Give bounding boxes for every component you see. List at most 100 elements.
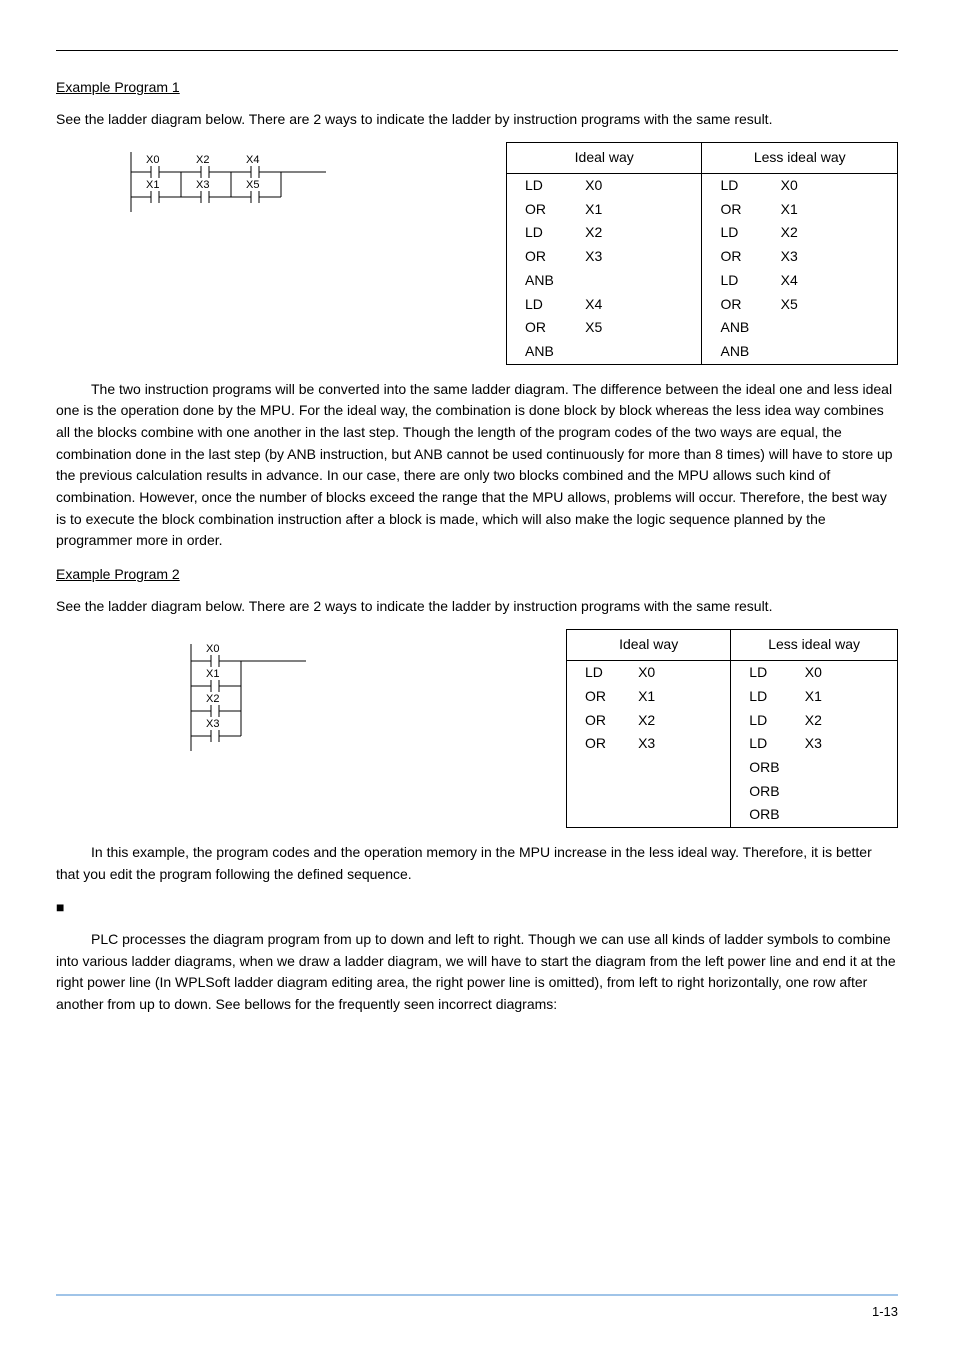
ladder1-x4: X4 [246, 154, 259, 166]
cell-operand: X5 [579, 316, 702, 340]
table2-header-less: Less ideal way [731, 630, 898, 661]
ladder1-x1: X1 [146, 179, 159, 191]
cell-operand: X2 [775, 221, 898, 245]
table-row: ORX3ORX3 [507, 245, 898, 269]
ladder2-x0: X0 [206, 643, 219, 655]
cell-operand [799, 756, 898, 780]
cell-operand: X3 [632, 732, 731, 756]
cell-opcode: OR [702, 198, 775, 222]
cell-opcode: LD [507, 221, 580, 245]
cell-operand: X2 [799, 709, 898, 733]
cell-opcode: LD [702, 269, 775, 293]
ladder2-x2: X2 [206, 693, 219, 705]
cell-operand [632, 756, 731, 780]
table-row: ORB [567, 780, 898, 804]
cell-operand: X1 [632, 685, 731, 709]
cell-opcode: LD [731, 732, 799, 756]
cell-opcode: ORB [731, 756, 799, 780]
table-row: ORB [567, 803, 898, 827]
table-row: LDX0LDX0 [567, 661, 898, 685]
table1-header-less: Less ideal way [702, 143, 898, 174]
footer: 1-13 [56, 1294, 898, 1322]
cell-operand: X2 [632, 709, 731, 733]
table1: Ideal way Less ideal way LDX0LDX0ORX1ORX… [506, 142, 898, 364]
table-row: LDX4ORX5 [507, 293, 898, 317]
cell-opcode: OR [507, 198, 580, 222]
ladder1-x2: X2 [196, 154, 209, 166]
section2-intro: See the ladder diagram below. There are … [56, 596, 898, 618]
example1-row: X0 X2 X4 X1 X3 X5 Ideal way Less ideal w… [56, 142, 898, 364]
cell-operand [775, 316, 898, 340]
cell-opcode: ORB [731, 803, 799, 827]
cell-opcode: LD [702, 174, 775, 198]
cell-opcode: ANB [507, 340, 580, 364]
ladder1-x0: X0 [146, 154, 159, 166]
cell-operand: X3 [799, 732, 898, 756]
ladder2: X0 X1 X2 X3 [56, 629, 566, 759]
table1-col: Ideal way Less ideal way LDX0LDX0ORX1ORX… [506, 142, 898, 364]
cell-opcode: OR [567, 709, 633, 733]
section1-intro: See the ladder diagram below. There are … [56, 109, 898, 131]
cell-opcode: OR [567, 732, 633, 756]
cell-opcode: OR [702, 245, 775, 269]
cell-operand [632, 780, 731, 804]
page-number: 1-13 [56, 1302, 898, 1322]
page: Example Program 1 See the ladder diagram… [0, 0, 954, 1350]
cell-opcode: LD [731, 709, 799, 733]
cell-operand [579, 340, 702, 364]
cell-opcode [567, 780, 633, 804]
cell-opcode: LD [507, 174, 580, 198]
table2-header-ideal: Ideal way [567, 630, 731, 661]
table-row: ORB [567, 756, 898, 780]
table-row: ORX3LDX3 [567, 732, 898, 756]
section2-title: Example Program 2 [56, 564, 898, 586]
cell-operand [775, 340, 898, 364]
ladder1-x3: X3 [196, 179, 209, 191]
cell-opcode: LD [507, 293, 580, 317]
cell-opcode [567, 756, 633, 780]
cell-opcode: ORB [731, 780, 799, 804]
cell-operand [799, 780, 898, 804]
cell-operand: X1 [579, 198, 702, 222]
cell-opcode: OR [507, 245, 580, 269]
table-row: ANB ANB [507, 340, 898, 364]
cell-operand: X3 [579, 245, 702, 269]
cell-operand: X0 [579, 174, 702, 198]
para3: PLC processes the diagram program from u… [56, 929, 898, 1016]
cell-operand: X0 [775, 174, 898, 198]
table2: Ideal way Less ideal way LDX0LDX0ORX1LDX… [566, 629, 898, 828]
table-row: ORX1ORX1 [507, 198, 898, 222]
cell-operand: X1 [775, 198, 898, 222]
cell-operand [579, 269, 702, 293]
table1-header-ideal: Ideal way [507, 143, 702, 174]
cell-operand: X5 [775, 293, 898, 317]
cell-operand [632, 803, 731, 827]
table2-col: Ideal way Less ideal way LDX0LDX0ORX1LDX… [566, 629, 898, 828]
table-row: ANBLDX4 [507, 269, 898, 293]
ladder1-x5: X5 [246, 179, 259, 191]
cell-operand: X3 [775, 245, 898, 269]
cell-opcode: ANB [702, 316, 775, 340]
ladder2-x3: X3 [206, 718, 219, 730]
top-rule [56, 50, 898, 51]
cell-operand: X2 [579, 221, 702, 245]
cell-opcode: OR [507, 316, 580, 340]
cell-operand [799, 803, 898, 827]
ladder2-x1: X1 [206, 668, 219, 680]
section1-title: Example Program 1 [56, 77, 898, 99]
table-row: ORX2LDX2 [567, 709, 898, 733]
para1: The two instruction programs will be con… [56, 379, 898, 553]
table-row: LDX0LDX0 [507, 174, 898, 198]
empty-bullet: ■ [56, 897, 898, 919]
cell-operand: X0 [799, 661, 898, 685]
cell-operand: X4 [775, 269, 898, 293]
cell-opcode: LD [731, 685, 799, 709]
para2: In this example, the program codes and t… [56, 842, 898, 885]
cell-opcode: OR [567, 685, 633, 709]
cell-opcode: OR [702, 293, 775, 317]
cell-operand: X4 [579, 293, 702, 317]
cell-opcode: LD [702, 221, 775, 245]
table-row: ORX1LDX1 [567, 685, 898, 709]
table-row: LDX2LDX2 [507, 221, 898, 245]
cell-opcode: ANB [702, 340, 775, 364]
